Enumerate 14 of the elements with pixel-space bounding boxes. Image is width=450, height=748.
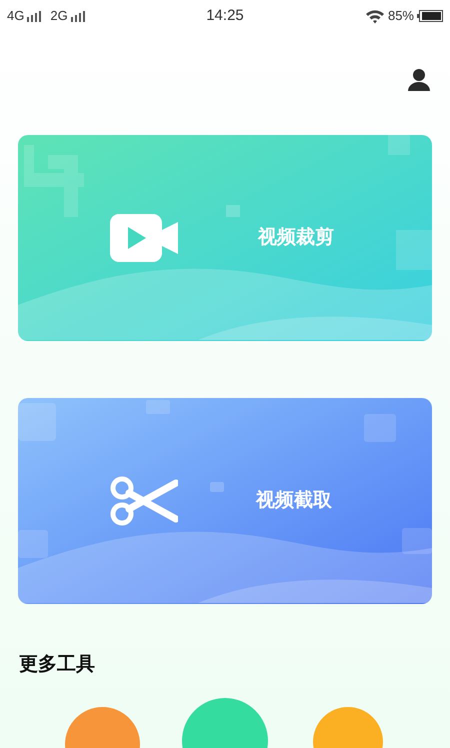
user-icon[interactable] (408, 69, 430, 91)
section-title: 更多工具 (19, 654, 95, 675)
battery-icon (417, 10, 443, 22)
signal-icon (70, 10, 86, 22)
tool-card[interactable]: 视频裁剪 (18, 135, 432, 341)
signal-icon (26, 10, 42, 22)
network-label: 4G (7, 7, 24, 26)
tool-card[interactable]: 视频截取 (18, 398, 432, 604)
clock: 14:25 (206, 6, 244, 24)
video-camera-icon (110, 214, 180, 262)
scissors-icon (110, 475, 178, 527)
network-label: 2G (50, 7, 68, 26)
battery-level: 85% (388, 7, 414, 26)
wifi-icon (364, 8, 385, 24)
